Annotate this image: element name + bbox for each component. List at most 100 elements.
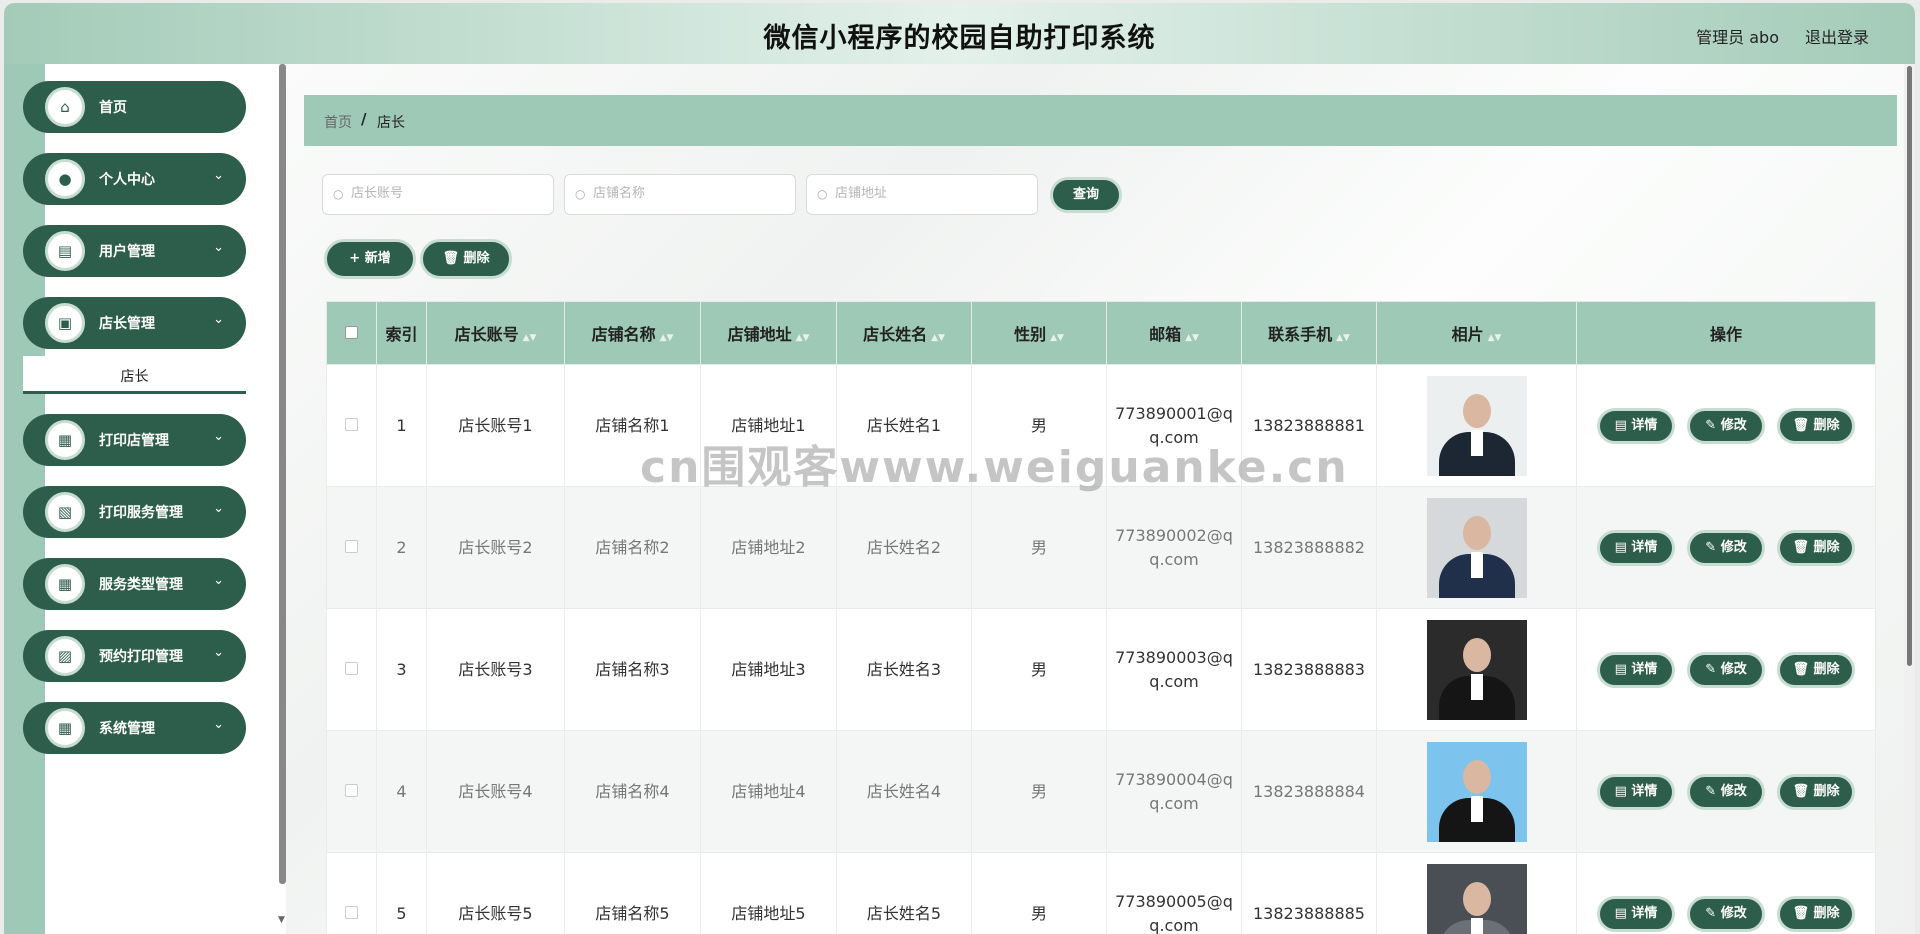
search-shop-input[interactable] bbox=[593, 186, 783, 201]
column-header-account[interactable]: 店长账号 ▲▼ bbox=[426, 301, 565, 365]
detail-button[interactable]: ▤ 详情 bbox=[1597, 651, 1675, 688]
edit-button[interactable]: ✎ 修改 bbox=[1687, 651, 1765, 688]
column-header-shop[interactable]: 店铺名称 ▲▼ bbox=[564, 301, 701, 365]
cell-account: 店长账号4 bbox=[426, 730, 565, 853]
table-row: 3 店长账号3 店铺名称3 店铺地址3 店长姓名3 男 773890003@qq.com 13… bbox=[326, 608, 1876, 731]
search-address-input[interactable] bbox=[835, 186, 1025, 201]
cell-index: 2 bbox=[376, 486, 427, 609]
row-checkbox[interactable] bbox=[345, 905, 358, 919]
sort-icon[interactable]: ▲▼ bbox=[660, 333, 674, 343]
row-select-cell[interactable] bbox=[326, 608, 377, 731]
manager-photo[interactable] bbox=[1426, 741, 1527, 842]
sidebar-item-8[interactable]: ▦ 系统管理 ⌄ bbox=[23, 702, 246, 754]
column-header-gender[interactable]: 性别 ▲▼ bbox=[971, 301, 1107, 365]
manager-photo[interactable] bbox=[1426, 619, 1527, 720]
page-scroll-thumb[interactable] bbox=[1907, 66, 1912, 666]
row-checkbox[interactable] bbox=[345, 661, 358, 675]
edit-button[interactable]: ✎ 修改 bbox=[1687, 895, 1765, 932]
chevron-down-icon: ⌄ bbox=[213, 501, 224, 516]
sidebar-item-5[interactable]: ▧ 打印服务管理 ⌄ bbox=[23, 486, 246, 538]
column-header-email[interactable]: 邮箱 ▲▼ bbox=[1106, 301, 1242, 365]
clipboard-icon: ▧ bbox=[45, 492, 85, 532]
breadcrumb-home[interactable]: 首页 bbox=[324, 112, 352, 132]
search-address-field[interactable]: ○ bbox=[806, 174, 1038, 215]
sidebar-item-2[interactable]: ▤ 用户管理 ⌄ bbox=[23, 225, 246, 277]
sort-icon[interactable]: ▲▼ bbox=[1488, 333, 1502, 343]
watermark-text: cn围观客www.weiguanke.cn bbox=[640, 442, 1349, 493]
chevron-down-icon: ⌄ bbox=[213, 429, 224, 444]
search-account-input[interactable] bbox=[351, 186, 541, 201]
cell-phone: 13823888885 bbox=[1241, 852, 1377, 934]
cell-gender: 男 bbox=[971, 730, 1107, 853]
table-row: 4 店长账号4 店铺名称4 店铺地址4 店长姓名4 男 773890004@qq.com 13… bbox=[326, 730, 1876, 853]
delete-button[interactable]: 🗑 删除 bbox=[1777, 529, 1855, 566]
sidebar-item-label: 预约打印管理 bbox=[99, 649, 183, 665]
detail-button[interactable]: ▤ 详情 bbox=[1597, 529, 1675, 566]
add-button[interactable]: + 新增 bbox=[324, 239, 416, 279]
delete-button[interactable]: 🗑 删除 bbox=[1777, 773, 1855, 810]
cell-shop: 店铺名称2 bbox=[564, 486, 701, 609]
column-header-phone[interactable]: 联系手机 ▲▼ bbox=[1241, 301, 1377, 365]
cell-name: 店长姓名3 bbox=[836, 608, 972, 731]
manager-photo[interactable] bbox=[1426, 497, 1527, 598]
cell-shop: 店铺名称4 bbox=[564, 730, 701, 853]
row-checkbox[interactable] bbox=[345, 539, 358, 553]
cell-address: 店铺地址2 bbox=[700, 486, 837, 609]
sort-icon[interactable]: ▲▼ bbox=[796, 333, 810, 343]
sort-icon[interactable]: ▲▼ bbox=[1336, 333, 1350, 343]
detail-button[interactable]: ▤ 详情 bbox=[1597, 895, 1675, 932]
search-shop-field[interactable]: ○ bbox=[564, 174, 796, 215]
row-select-cell[interactable] bbox=[326, 852, 377, 934]
manager-photo[interactable] bbox=[1426, 863, 1527, 934]
delete-button[interactable]: 🗑 删除 bbox=[1777, 407, 1855, 444]
edit-button[interactable]: ✎ 修改 bbox=[1687, 773, 1765, 810]
cell-email: 773890002@qq.com bbox=[1106, 486, 1242, 609]
sort-icon[interactable]: ▲▼ bbox=[1185, 333, 1199, 343]
sidebar-item-1[interactable]: ● 个人中心 ⌄ bbox=[23, 153, 246, 205]
select-all-checkbox[interactable] bbox=[345, 325, 358, 339]
row-checkbox[interactable] bbox=[345, 783, 358, 797]
query-button[interactable]: 查询 bbox=[1050, 177, 1122, 213]
cell-gender: 男 bbox=[971, 608, 1107, 731]
cell-actions: ▤ 详情 ✎ 修改 🗑 删除 bbox=[1576, 486, 1876, 609]
cell-photo bbox=[1376, 852, 1577, 934]
batch-delete-button[interactable]: 🗑 删除 bbox=[420, 239, 512, 279]
manager-photo[interactable] bbox=[1426, 375, 1527, 476]
delete-button[interactable]: 🗑 删除 bbox=[1777, 895, 1855, 932]
submenu-label: 店长 bbox=[120, 369, 149, 385]
detail-button[interactable]: ▤ 详情 bbox=[1597, 407, 1675, 444]
sort-icon[interactable]: ▲▼ bbox=[931, 333, 945, 343]
app-header: 微信小程序的校园自助打印系统 管理员 abo 退出登录 bbox=[4, 3, 1915, 64]
row-select-cell[interactable] bbox=[326, 486, 377, 609]
column-header-photo[interactable]: 相片 ▲▼ bbox=[1376, 301, 1577, 365]
delete-button[interactable]: 🗑 删除 bbox=[1777, 651, 1855, 688]
user-icon: ● bbox=[45, 159, 85, 199]
sidebar-item-7[interactable]: ▨ 预约打印管理 ⌄ bbox=[23, 630, 246, 682]
sidebar-item-4[interactable]: ▦ 打印店管理 ⌄ bbox=[23, 414, 246, 466]
row-select-cell[interactable] bbox=[326, 730, 377, 853]
row-select-cell[interactable] bbox=[326, 364, 377, 487]
sort-icon[interactable]: ▲▼ bbox=[1050, 333, 1064, 343]
edit-button[interactable]: ✎ 修改 bbox=[1687, 529, 1765, 566]
search-account-field[interactable]: ○ bbox=[322, 174, 554, 215]
detail-button[interactable]: ▤ 详情 bbox=[1597, 773, 1675, 810]
cell-photo bbox=[1376, 608, 1577, 731]
sidebar-scrollbar[interactable] bbox=[279, 64, 286, 884]
sidebar-scroll-down-icon[interactable]: ▼ bbox=[278, 915, 285, 925]
logout-link[interactable]: 退出登录 bbox=[1805, 24, 1869, 48]
sidebar-item-0[interactable]: ⌂ 首页 bbox=[23, 81, 246, 133]
page-scrollbar[interactable] bbox=[1904, 64, 1915, 934]
row-checkbox[interactable] bbox=[345, 417, 358, 431]
sort-icon[interactable]: ▲▼ bbox=[523, 333, 537, 343]
cell-gender: 男 bbox=[971, 852, 1107, 934]
select-all-cell[interactable] bbox=[326, 301, 377, 365]
edit-button[interactable]: ✎ 修改 bbox=[1687, 407, 1765, 444]
sidebar-item-3[interactable]: ▣ 店长管理 ⌄ bbox=[23, 297, 246, 349]
chevron-down-icon: ⌄ bbox=[213, 645, 224, 660]
submenu-item-manager[interactable]: 店长 bbox=[23, 356, 246, 394]
cell-photo bbox=[1376, 364, 1577, 487]
app-title: 微信小程序的校园自助打印系统 bbox=[763, 23, 1156, 54]
column-header-name[interactable]: 店长姓名 ▲▼ bbox=[836, 301, 972, 365]
column-header-address[interactable]: 店铺地址 ▲▼ bbox=[700, 301, 837, 365]
sidebar-item-6[interactable]: ▦ 服务类型管理 ⌄ bbox=[23, 558, 246, 610]
